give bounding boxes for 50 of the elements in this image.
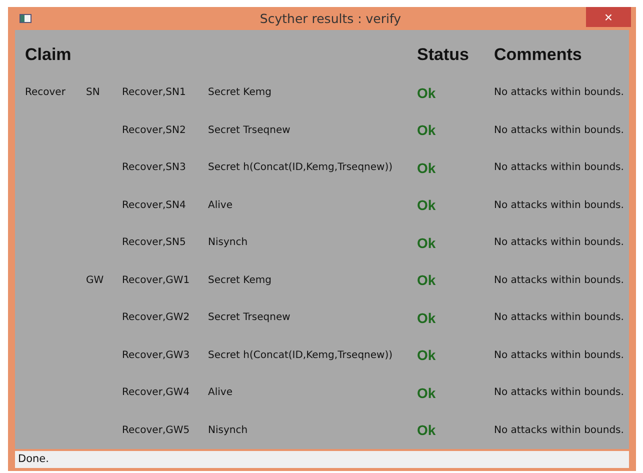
table-cell-text: No attacks within bounds. [494,162,625,174]
table-cell-text: No attacks within bounds. [494,312,625,324]
status-text: Ok [417,122,437,138]
table-cell-text: No attacks within bounds. [494,124,625,136]
status-text: Ok [417,384,437,401]
table-cell-text: Recover [25,87,66,98]
table-cell-text: No attacks within bounds. [494,200,625,211]
column-header: Status [417,45,470,66]
status-text: Ok [417,197,437,214]
table-cell-text: Nisynch [208,237,249,248]
table-cell-text: Recover,SN5 [122,237,187,248]
status-text: Ok [417,84,437,101]
table-cell-text: Secret Trseqnew [208,312,292,324]
status-bar: Done. [15,450,629,468]
table-cell-text: Secret Trseqnew [208,124,292,136]
table-cell-text: No attacks within bounds. [494,387,625,398]
window-title: Scyther results : verify [260,11,402,26]
table-cell-text: No attacks within bounds. [494,274,625,286]
status-text: Ok [417,422,437,438]
table-cell-text: No attacks within bounds. [494,424,625,436]
table-cell-text: GW [86,274,105,286]
table-cell-text: Recover,GW2 [122,312,191,324]
table-cell-text: Secret h(Concat(ID,Kemg,Trseqnew)) [208,350,394,361]
status-text: Ok [417,272,437,288]
status-text: Ok [417,347,437,364]
table-cell-text: Secret Kemg [208,274,272,286]
table-cell-text: Secret Kemg [208,87,272,98]
table-cell-text: Recover,SN1 [122,87,187,98]
table-cell-text: Recover,SN4 [122,200,187,211]
table-cell-text: Alive [208,387,234,398]
table-cell-text: Recover,GW3 [122,350,191,361]
status-text: Ok [417,310,437,326]
table-cell-text: No attacks within bounds. [494,237,625,248]
table-cell-text: SN [86,87,101,98]
status-text: Ok [417,160,437,176]
table-cell-text: Recover,GW1 [122,274,191,286]
table-cell-text: Recover,GW5 [122,424,191,436]
table-cell-text: Alive [208,200,234,211]
table-cell-text: Recover,SN3 [122,162,187,174]
table-cell-text: Recover,SN2 [122,124,187,136]
table-cell-text: Nisynch [208,424,249,436]
window-icon [19,14,32,24]
close-button[interactable]: × [586,7,631,27]
table-cell-text: Secret h(Concat(ID,Kemg,Trseqnew)) [208,162,394,174]
column-header: Claim [25,45,72,66]
column-header: Comments [494,45,583,66]
table-cell-text: No attacks within bounds. [494,87,625,98]
table-cell-text: Recover,GW4 [122,387,191,398]
status-text: Ok [417,234,437,251]
table-cell-text: No attacks within bounds. [494,350,625,361]
